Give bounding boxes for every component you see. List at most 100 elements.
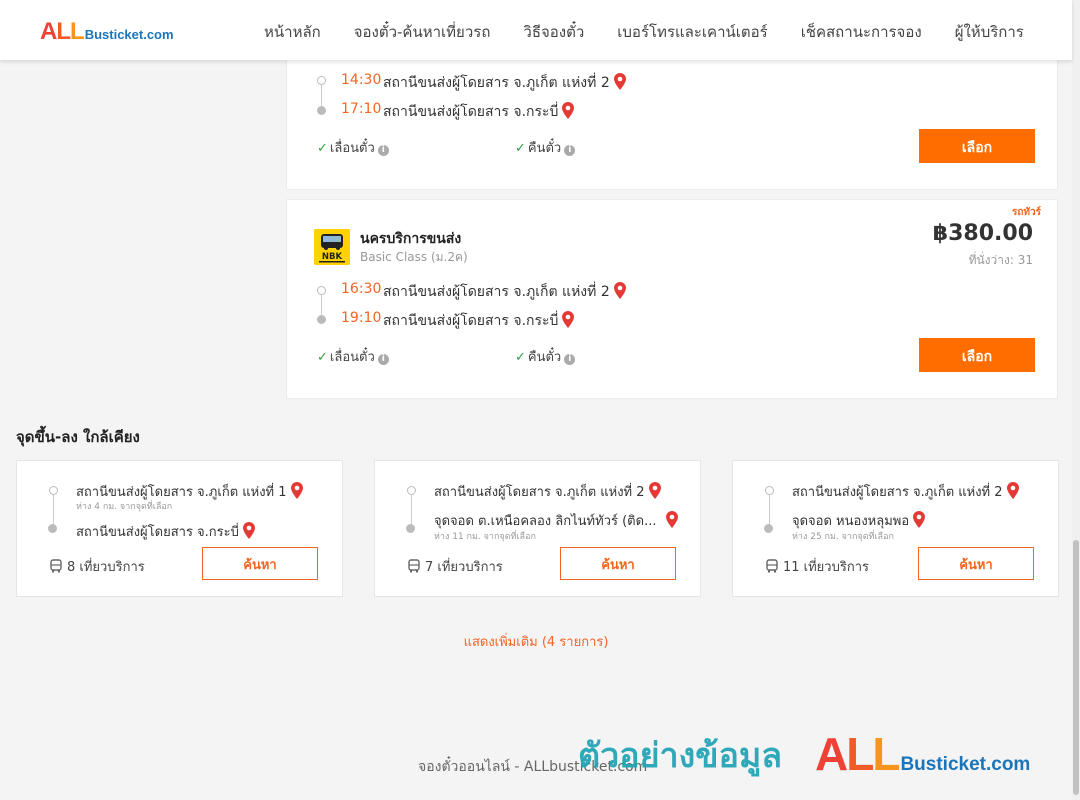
trip-count: 11 เที่ยวบริการ (765, 556, 869, 577)
route-line (411, 495, 412, 525)
map-pin-icon[interactable] (613, 73, 626, 90)
arrive-dot (317, 106, 326, 115)
reschedule-label: เลื่อนตั๋ว (329, 141, 375, 156)
search-route-button[interactable]: ค้นหา (202, 547, 318, 580)
depart-station-label: สถานีขนส่งผู้โดยสาร จ.ภูเก็ต แห่งที่ 2 (383, 75, 610, 91)
depart-dot (317, 76, 326, 85)
route-line (53, 495, 54, 525)
map-pin-icon[interactable] (613, 282, 626, 299)
nearby-route-card: สถานีขนส่งผู้โดยสาร จ.ภูเก็ต แห่งที่ 1 ห… (16, 460, 343, 597)
watermark-logo: ALL Busticket.com (815, 728, 1031, 780)
depart-station-label: สถานีขนส่งผู้โดยสาร จ.ภูเก็ต แห่งที่ 2 (383, 284, 610, 300)
available-seats: ที่นั่งว่าง: 31 (968, 253, 1033, 267)
arrive-station: สถานีขนส่งผู้โดยสาร จ.กระบี่ (383, 310, 575, 332)
search-route-button[interactable]: ค้นหา (560, 547, 676, 580)
site-header: ALLBusticket.com หน้าหลัก จองตั๋ว-ค้นหาเ… (0, 0, 1072, 60)
depart-time: 16:30 (341, 281, 382, 297)
bus-icon (766, 559, 778, 573)
reschedule-feature: ✓ เลื่อนตั๋ว i (317, 137, 389, 158)
nav-how-to-book[interactable]: วิธีจองตั๋ว (523, 20, 584, 44)
bus-icon (50, 559, 62, 573)
from-station: สถานีขนส่งผู้โดยสาร จ.ภูเก็ต แห่งที่ 2 (434, 481, 661, 502)
main-nav: หน้าหลัก จองตั๋ว-ค้นหาเที่ยวรถ วิธีจองตั… (264, 20, 1057, 44)
nav-home[interactable]: หน้าหลัก (264, 20, 321, 44)
info-icon[interactable]: i (377, 145, 389, 156)
to-dot (48, 524, 57, 533)
select-trip-button[interactable]: เลือก (919, 338, 1035, 372)
bus-icon (408, 559, 420, 573)
trip-card: รถทัวร์ NBK นครบริการขนส่ง Basic Class (… (286, 199, 1058, 399)
info-icon[interactable]: i (564, 354, 576, 365)
depart-station: สถานีขนส่งผู้โดยสาร จ.ภูเก็ต แห่งที่ 2 (383, 72, 626, 94)
refund-feature: ✓ คืนตั๋ว i (515, 346, 576, 367)
to-station: สถานีขนส่งผู้โดยสาร จ.กระบี่ (76, 521, 255, 542)
from-station-label: สถานีขนส่งผู้โดยสาร จ.ภูเก็ต แห่งที่ 2 (792, 485, 1003, 500)
nav-operators[interactable]: ผู้ให้บริการ (955, 20, 1024, 44)
from-station-label: สถานีขนส่งผู้โดยสาร จ.ภูเก็ต แห่งที่ 2 (434, 485, 645, 500)
sample-data-watermark: ตัวอย่างข้อมูล (578, 736, 783, 776)
to-station-label: สถานีขนส่งผู้โดยสาร จ.กระบี่ (76, 525, 239, 540)
to-station-label: จุดจอด หนองหลุมพอ (792, 514, 910, 529)
logo-site-text: Busticket.com (84, 27, 174, 42)
from-distance: ห่าง 4 กม. จากจุดที่เลือก (76, 502, 173, 512)
nav-book-search[interactable]: จองตั๋ว-ค้นหาเที่ยวรถ (354, 20, 491, 44)
check-icon: ✓ (515, 141, 526, 156)
reschedule-feature: ✓ เลื่อนตั๋ว i (317, 346, 389, 367)
operator-class: Basic Class (ม.2ค) (360, 250, 468, 264)
to-dot (764, 524, 773, 533)
depart-dot (317, 286, 326, 295)
from-dot (49, 486, 58, 495)
map-pin-icon[interactable] (648, 482, 661, 499)
refund-feature: ✓ คืนตั๋ว i (515, 137, 576, 158)
map-pin-icon[interactable] (562, 102, 575, 119)
trip-count-label: 8 เที่ยวบริการ (67, 560, 145, 575)
from-dot (765, 486, 774, 495)
arrive-dot (317, 315, 326, 324)
operator-name: นครบริการขนส่ง (360, 231, 462, 247)
nav-phone-counters[interactable]: เบอร์โทรและเคาน์เตอร์ (617, 20, 767, 44)
trip-count: 7 เที่ยวบริการ (407, 556, 503, 577)
arrive-station-label: สถานีขนส่งผู้โดยสาร จ.กระบี่ (383, 104, 559, 120)
trip-card: 14:30 สถานีขนส่งผู้โดยสาร จ.ภูเก็ต แห่งท… (286, 40, 1058, 190)
map-pin-icon[interactable] (666, 511, 679, 528)
check-icon: ✓ (317, 350, 328, 365)
arrive-station: สถานีขนส่งผู้โดยสาร จ.กระบี่ (383, 101, 575, 123)
nav-check-booking[interactable]: เช็คสถานะการจอง (801, 20, 922, 44)
search-route-button[interactable]: ค้นหา (918, 547, 1034, 580)
map-pin-icon[interactable] (1006, 482, 1019, 499)
to-station: จุดจอด หนองหลุมพอ (792, 510, 926, 531)
trip-count: 8 เที่ยวบริการ (49, 556, 145, 577)
to-distance: ห่าง 25 กม. จากจุดที่เลือก (792, 532, 894, 542)
operator-logo: NBK (314, 229, 350, 265)
map-pin-icon[interactable] (290, 482, 303, 499)
to-dot (406, 524, 415, 533)
info-icon[interactable]: i (377, 354, 389, 365)
to-station-label: จุดจอด ต.เหนือคลอง ลิกไนท์ทัวร์ (ติด... (434, 514, 657, 529)
arrive-time: 19:10 (341, 310, 382, 326)
nearby-route-card: สถานีขนส่งผู้โดยสาร จ.ภูเก็ต แห่งที่ 2 จ… (732, 460, 1059, 597)
from-station-label: สถานีขนส่งผู้โดยสาร จ.ภูเก็ต แห่งที่ 1 (76, 485, 287, 500)
from-dot (407, 486, 416, 495)
reschedule-label: เลื่อนตั๋ว (329, 350, 375, 365)
bus-logo-icon: NBK (314, 229, 350, 265)
nearby-section-title: จุดขึ้น-ลง ใกล้เคียง (16, 428, 140, 446)
trip-count-label: 11 เที่ยวบริการ (783, 560, 869, 575)
refund-label: คืนตั๋ว (527, 141, 562, 156)
trip-count-label: 7 เที่ยวบริการ (425, 560, 503, 575)
show-more-link[interactable]: แสดงเพิ่มเติม (4 รายการ) (0, 631, 1072, 652)
route-line (321, 85, 322, 107)
select-trip-button[interactable]: เลือก (919, 129, 1035, 163)
scrollbar-thumb[interactable] (1073, 540, 1079, 795)
route-line (769, 495, 770, 525)
depart-time: 14:30 (341, 72, 382, 88)
site-logo[interactable]: ALLBusticket.com (40, 18, 174, 45)
map-pin-icon[interactable] (562, 311, 575, 328)
bus-type-tag: รถทัวร์ (1012, 207, 1042, 218)
logo-all-text: ALL (40, 18, 85, 45)
map-pin-icon[interactable] (913, 511, 926, 528)
info-icon[interactable]: i (564, 145, 576, 156)
map-pin-icon[interactable] (242, 522, 255, 539)
to-distance: ห่าง 11 กม. จากจุดที่เลือก (434, 532, 536, 542)
arrive-time: 17:10 (341, 101, 382, 117)
ticket-price: ฿380.00 (932, 221, 1033, 246)
